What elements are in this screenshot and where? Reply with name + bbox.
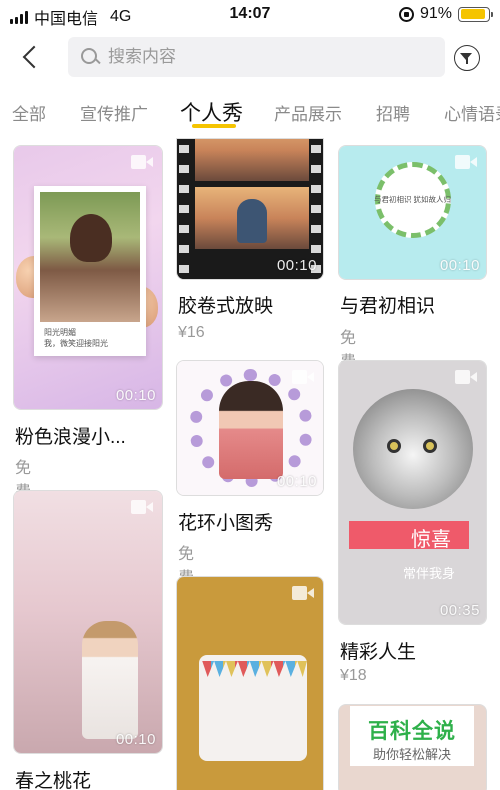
- template-title: 春之桃花: [15, 771, 92, 790]
- watermark-badge: 百科全说 助你轻松解决: [350, 706, 474, 766]
- watermark-subtitle: 助你轻松解决: [372, 747, 451, 762]
- search-icon: [80, 47, 100, 67]
- thumb-caption: 阳光明媚 我，微笑迎接阳光: [44, 328, 108, 348]
- video-icon: [455, 370, 477, 384]
- tab-recruitment[interactable]: 招聘: [376, 100, 410, 125]
- template-thumbnail[interactable]: 00:10: [13, 490, 163, 754]
- watermark-title: 百科全说: [368, 720, 456, 743]
- polaroid-frame: 阳光明媚 我，微笑迎接阳光: [34, 186, 146, 356]
- template-price: ¥18: [340, 667, 367, 684]
- video-duration: 00:10: [276, 473, 317, 490]
- video-duration: 00:10: [115, 387, 156, 404]
- template-title: 花环小图秀: [178, 513, 274, 534]
- video-icon: [292, 370, 314, 384]
- battery-percent: 91%: [419, 5, 452, 22]
- video-icon: [455, 155, 477, 169]
- video-duration: 00:10: [439, 257, 480, 274]
- tab-mood-quotes[interactable]: 心情语录: [444, 100, 500, 125]
- thumb-subcaption: 常伴我身: [403, 566, 456, 581]
- status-right: 91%: [398, 5, 493, 23]
- template-thumbnail[interactable]: 00:10: [176, 360, 324, 496]
- status-bar: 中国电信 4G 14:07 91%: [0, 0, 500, 30]
- template-thumbnail[interactable]: 与君初相识 犹如故人归 00:10: [338, 145, 487, 280]
- template-thumbnail[interactable]: 阳光明媚 我，微笑迎接阳光 00:10: [13, 145, 163, 410]
- template-thumbnail[interactable]: [176, 576, 324, 790]
- battery-icon: [458, 6, 493, 22]
- back-button[interactable]: [18, 42, 44, 72]
- tab-personal-show[interactable]: 个人秀: [180, 97, 243, 127]
- template-title: 胶卷式放映: [178, 296, 274, 317]
- search-box[interactable]: [68, 37, 445, 77]
- video-icon: [131, 155, 153, 169]
- template-price: ¥16: [178, 324, 205, 341]
- video-duration: 00:10: [276, 257, 317, 274]
- filter-button[interactable]: [454, 45, 480, 71]
- category-tabs: 全部 宣传推广 个人秀 产品展示 招聘 心情语录: [0, 84, 500, 132]
- tab-product-display[interactable]: 产品展示: [274, 100, 342, 125]
- template-thumbnail[interactable]: 惊喜 常伴我身 00:35: [338, 360, 487, 625]
- video-duration: 00:35: [439, 602, 480, 619]
- tab-all[interactable]: 全部: [12, 100, 46, 125]
- thumb-caption: 与君初相识 犹如故人归: [373, 195, 452, 204]
- video-icon: [292, 586, 314, 600]
- template-thumbnail[interactable]: 00:10: [176, 138, 324, 280]
- video-icon: [131, 500, 153, 514]
- template-title: 精彩人生: [340, 642, 417, 663]
- tab-promotion[interactable]: 宣传推广: [80, 100, 148, 125]
- rotation-lock-icon: [398, 6, 414, 22]
- nav-bar: [0, 30, 500, 84]
- thumb-caption: 惊喜: [411, 529, 451, 551]
- template-title: 与君初相识: [340, 296, 436, 317]
- tab-active-indicator: [192, 124, 236, 128]
- template-title: 粉色浪漫小...: [15, 427, 126, 448]
- video-duration: 00:10: [115, 731, 156, 748]
- search-input[interactable]: [108, 37, 428, 77]
